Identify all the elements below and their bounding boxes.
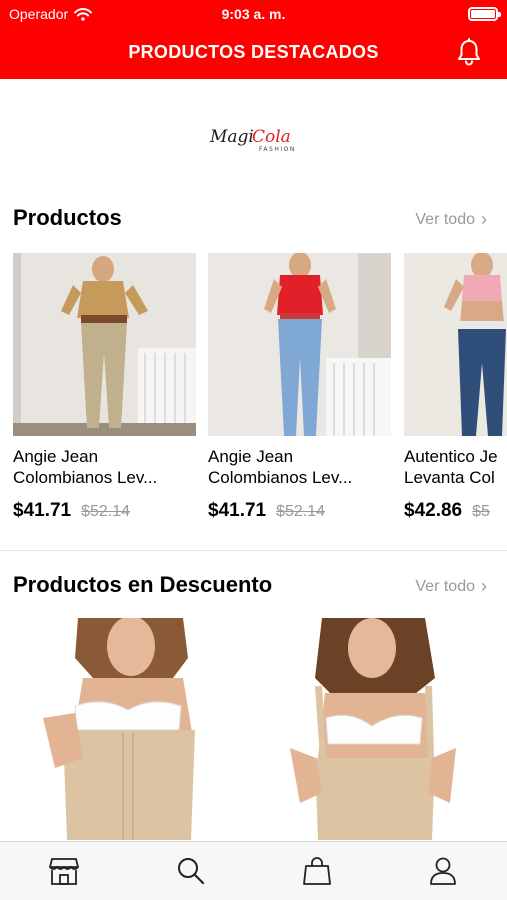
search-icon[interactable] (174, 854, 208, 888)
product-name-line2: Colombianos Lev... (13, 468, 158, 487)
section-divider (0, 550, 507, 551)
status-bar: Operador 9:03 a. m. (0, 0, 507, 28)
product-old-price: $5 (472, 503, 490, 520)
discount-section-title: Productos en Descuento (13, 572, 273, 597)
store-icon[interactable] (47, 854, 81, 888)
product-name-line2: Colombianos Lev... (208, 468, 353, 487)
user-icon[interactable] (426, 854, 460, 888)
product-old-price: $52.14 (276, 503, 326, 520)
product-card[interactable]: Autentico Je Levanta Col $42.86 $5 (404, 253, 507, 522)
product-image[interactable] (13, 253, 196, 436)
product-old-price: $52.14 (81, 503, 131, 520)
chevron-right-icon: › (481, 576, 487, 596)
product-prices: $41.71 $52.14 (13, 500, 196, 522)
discount-see-all-link[interactable]: Ver todo › (415, 576, 487, 597)
product-price: $41.71 (13, 500, 72, 521)
product-price: $42.86 (404, 500, 463, 521)
product-image[interactable] (208, 253, 391, 436)
product-card[interactable]: Angie Jean Colombianos Lev... $41.71 $52… (208, 253, 391, 522)
brand-logo: Magi Cola FASHION (0, 120, 507, 160)
product-card[interactable]: Angie Jean Colombianos Lev... $41.71 $52… (13, 253, 196, 522)
discount-product-image[interactable] (260, 618, 500, 840)
magicola-logo: Magi Cola FASHION (209, 127, 296, 153)
logo-text-part2: Cola (252, 127, 291, 147)
chevron-right-icon: › (481, 209, 487, 229)
products-carousel[interactable]: Angie Jean Colombianos Lev... $41.71 $52… (0, 253, 507, 533)
product-name-line1: Angie Jean (208, 447, 294, 466)
product-name-line1: Autentico Je (404, 447, 498, 466)
product-prices: $42.86 $5 (404, 500, 507, 522)
products-see-all-label: Ver todo (415, 210, 475, 228)
discount-carousel[interactable] (0, 618, 507, 840)
logo-text-part1: Magi (209, 127, 254, 147)
product-name-line1: Angie Jean (13, 447, 99, 466)
discount-see-all-label: Ver todo (415, 577, 475, 595)
product-prices: $41.71 $52.14 (208, 500, 391, 522)
battery-icon (468, 7, 501, 21)
bag-icon[interactable] (300, 854, 334, 888)
app-header: Operador 9:03 a. m. PRODUCTOS DESTACADOS (0, 0, 507, 79)
product-price: $41.71 (208, 500, 267, 521)
discount-product-image[interactable] (13, 618, 253, 840)
page-title: PRODUCTOS DESTACADOS (128, 42, 379, 62)
product-name-line2: Levanta Col (404, 468, 495, 487)
bottom-tab-bar (0, 841, 507, 900)
status-time: 9:03 a. m. (221, 6, 286, 22)
products-see-all-link[interactable]: Ver todo › (415, 209, 487, 230)
notification-bell-icon[interactable] (456, 38, 482, 66)
logo-tagline: FASHION (259, 146, 296, 153)
product-image[interactable] (404, 253, 507, 436)
products-section-title: Productos (13, 205, 122, 230)
